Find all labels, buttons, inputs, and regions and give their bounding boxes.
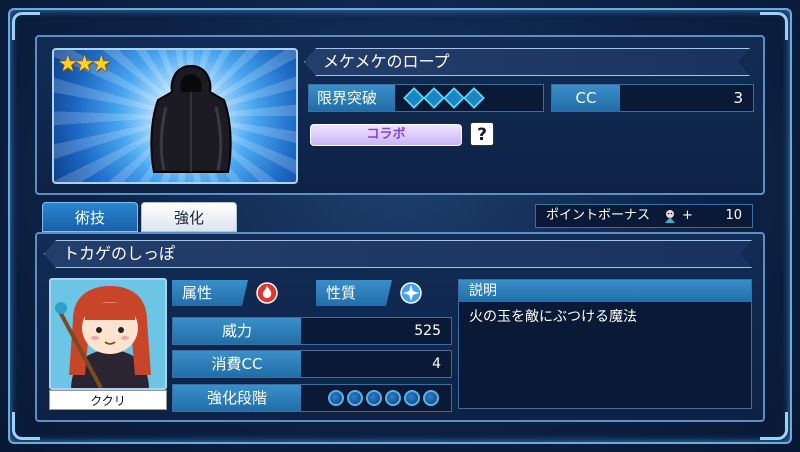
- tab-skill[interactable]: 術技: [42, 202, 138, 232]
- gem-icon: [423, 87, 445, 109]
- limit-break-gems: [395, 85, 485, 111]
- item-name: メケメケのロープ: [304, 48, 750, 76]
- character-name: ククリ: [49, 390, 167, 410]
- limit-break-box: 限界突破: [308, 84, 544, 112]
- enhance-label: 強化段階: [173, 385, 301, 411]
- character-mini-icon: [665, 210, 675, 223]
- description-text: 火の玉を敵にぶつける魔法: [469, 309, 637, 325]
- enhance-slot-icon: [366, 390, 382, 406]
- gem-icon: [443, 87, 465, 109]
- cost-row: 消費CC 4: [172, 350, 452, 378]
- cost-label: 消費CC: [173, 351, 301, 377]
- enhance-slot-icon: [423, 390, 439, 406]
- description-box: 説明 火の玉を敵にぶつける魔法: [458, 279, 752, 409]
- game-window: ★★★ メケメケのロープ 限界突破 CC 3 コラボ ? 術技 強化 ポイントボ…: [0, 0, 800, 452]
- power-value: 525: [414, 323, 441, 339]
- point-bonus: ポイントボーナス + 10: [535, 204, 753, 228]
- nature-label: 性質: [316, 280, 392, 306]
- character-portrait: [49, 278, 167, 390]
- enhance-slot-icon: [385, 390, 401, 406]
- rarity-stars: ★★★: [58, 52, 111, 77]
- enhance-slot-icon: [404, 390, 420, 406]
- limit-break-label: 限界突破: [309, 85, 395, 111]
- point-bonus-label: ポイントボーナス: [546, 208, 651, 223]
- cost-value: 4: [432, 356, 441, 372]
- cc-box: CC 3: [551, 84, 754, 112]
- attribute-row: 属性: [172, 279, 278, 307]
- description-title: 説明: [459, 280, 751, 302]
- help-button[interactable]: ?: [470, 122, 494, 146]
- gem-icon: [463, 87, 485, 109]
- enhance-slots: [301, 385, 451, 411]
- character-avatar: [51, 280, 165, 388]
- enhance-slot-icon: [328, 390, 344, 406]
- skill-name: トカゲのしっぽ: [44, 240, 752, 268]
- cc-label: CC: [552, 85, 620, 111]
- collab-badge: コラボ: [310, 124, 462, 146]
- power-row: 威力 525: [172, 317, 452, 345]
- magic-icon: [400, 282, 422, 304]
- fire-icon: [256, 282, 278, 304]
- nature-row: 性質: [316, 279, 422, 307]
- point-bonus-plus: +: [682, 208, 693, 223]
- power-label: 威力: [173, 318, 301, 344]
- item-image: ★★★: [52, 48, 298, 184]
- robe-icon: [150, 64, 232, 173]
- enhance-row: 強化段階: [172, 384, 452, 412]
- enhance-slot-icon: [347, 390, 363, 406]
- gem-icon: [403, 87, 425, 109]
- tab-enhance[interactable]: 強化: [141, 202, 237, 232]
- point-bonus-value: 10: [725, 208, 742, 223]
- attribute-label: 属性: [172, 280, 248, 306]
- cc-value: 3: [733, 89, 743, 107]
